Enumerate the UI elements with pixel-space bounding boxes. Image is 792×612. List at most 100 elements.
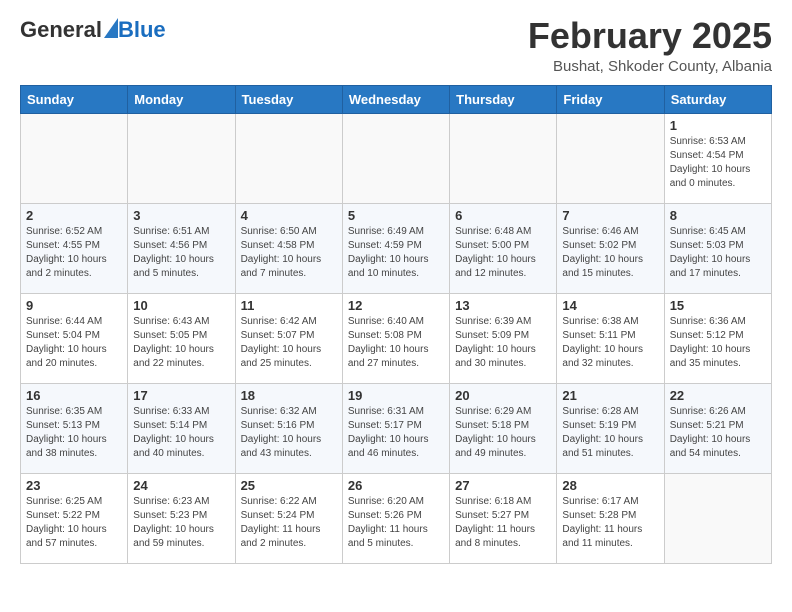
calendar-cell-w2-d2: 3 Sunrise: 6:51 AMSunset: 4:56 PMDaylight…	[128, 203, 235, 293]
day-number: 2	[26, 208, 122, 223]
calendar-cell-w3-d7: 15Sunrise: 6:36 AMSunset: 5:12 PMDayligh…	[664, 293, 771, 383]
day-info: Sunrise: 6:23 AMSunset: 5:23 PMDaylight:…	[133, 495, 229, 551]
page-header: General Blue February 2025 Bushat, Shkod…	[20, 16, 772, 75]
calendar-cell-w5-d1: 23 Sunrise: 6:25 AMSunset: 5:22 PMDayligh…	[21, 473, 128, 563]
day-number: 5	[348, 208, 444, 223]
calendar-cell-w3-d5: 13 Sunrise: 6:39 AMSunset: 5:09 PMDayligh…	[450, 293, 557, 383]
day-number: 3	[133, 208, 229, 223]
calendar-cell-w1-d1	[21, 113, 128, 203]
day-number: 25	[241, 478, 337, 493]
day-number: 20	[455, 388, 551, 403]
calendar-cell-w3-d4: 12 Sunrise: 6:40 AMSunset: 5:08 PMDayligh…	[342, 293, 449, 383]
day-info: Sunrise: 6:20 AMSunset: 5:26 PMDaylight:…	[348, 495, 444, 551]
day-info: Sunrise: 6:29 AMSunset: 5:18 PMDaylight:…	[455, 405, 551, 461]
calendar-cell-w2-d4: 5 Sunrise: 6:49 AMSunset: 4:59 PMDaylight…	[342, 203, 449, 293]
page-title: February 2025	[528, 16, 772, 56]
calendar-cell-w5-d6: 28 Sunrise: 6:17 AMSunset: 5:28 PMDayligh…	[557, 473, 664, 563]
day-info: Sunrise: 6:53 AMSunset: 4:54 PMDaylight:…	[670, 135, 766, 191]
calendar-cell-w3-d1: 9 Sunrise: 6:44 AMSunset: 5:04 PMDaylight…	[21, 293, 128, 383]
col-saturday: Saturday	[664, 85, 771, 113]
day-info: Sunrise: 6:45 AMSunset: 5:03 PMDaylight:…	[670, 225, 766, 281]
title-block: February 2025 Bushat, Shkoder County, Al…	[528, 16, 772, 75]
calendar-cell-w5-d4: 26 Sunrise: 6:20 AMSunset: 5:26 PMDayligh…	[342, 473, 449, 563]
day-number: 13	[455, 298, 551, 313]
day-info: Sunrise: 6:40 AMSunset: 5:08 PMDaylight:…	[348, 315, 444, 371]
day-info: Sunrise: 6:50 AMSunset: 4:58 PMDaylight:…	[241, 225, 337, 281]
day-number: 1	[670, 118, 766, 133]
col-monday: Monday	[128, 85, 235, 113]
day-info: Sunrise: 6:32 AMSunset: 5:16 PMDaylight:…	[241, 405, 337, 461]
day-number: 26	[348, 478, 444, 493]
day-number: 19	[348, 388, 444, 403]
calendar-cell-w4-d4: 19 Sunrise: 6:31 AMSunset: 5:17 PMDayligh…	[342, 383, 449, 473]
calendar-week-4: 16 Sunrise: 6:35 AMSunset: 5:13 PMDayligh…	[21, 383, 772, 473]
day-number: 10	[133, 298, 229, 313]
calendar-cell-w2-d6: 7 Sunrise: 6:46 AMSunset: 5:02 PMDaylight…	[557, 203, 664, 293]
day-info: Sunrise: 6:26 AMSunset: 5:21 PMDaylight:…	[670, 405, 766, 461]
day-number: 7	[562, 208, 658, 223]
day-info: Sunrise: 6:33 AMSunset: 5:14 PMDaylight:…	[133, 405, 229, 461]
calendar-cell-w3-d3: 11 Sunrise: 6:42 AMSunset: 5:07 PMDayligh…	[235, 293, 342, 383]
col-tuesday: Tuesday	[235, 85, 342, 113]
day-info: Sunrise: 6:35 AMSunset: 5:13 PMDaylight:…	[26, 405, 122, 461]
calendar-cell-w5-d7	[664, 473, 771, 563]
day-number: 6	[455, 208, 551, 223]
day-number: 24	[133, 478, 229, 493]
calendar-cell-w3-d6: 14 Sunrise: 6:38 AMSunset: 5:11 PMDayligh…	[557, 293, 664, 383]
day-number: 14	[562, 298, 658, 313]
day-info: Sunrise: 6:48 AMSunset: 5:00 PMDaylight:…	[455, 225, 551, 281]
calendar-cell-w4-d3: 18Sunrise: 6:32 AMSunset: 5:16 PMDayligh…	[235, 383, 342, 473]
calendar-cell-w1-d5	[450, 113, 557, 203]
calendar-header-row: Sunday Monday Tuesday Wednesday Thursday…	[21, 85, 772, 113]
day-number: 27	[455, 478, 551, 493]
day-info: Sunrise: 6:28 AMSunset: 5:19 PMDaylight:…	[562, 405, 658, 461]
page-subtitle: Bushat, Shkoder County, Albania	[528, 58, 772, 75]
logo-triangle-icon	[104, 18, 118, 43]
day-info: Sunrise: 6:42 AMSunset: 5:07 PMDaylight:…	[241, 315, 337, 371]
day-info: Sunrise: 6:38 AMSunset: 5:11 PMDaylight:…	[562, 315, 658, 371]
day-info: Sunrise: 6:22 AMSunset: 5:24 PMDaylight:…	[241, 495, 337, 551]
calendar-cell-w5-d5: 27 Sunrise: 6:18 AMSunset: 5:27 PMDayligh…	[450, 473, 557, 563]
calendar-cell-w5-d3: 25 Sunrise: 6:22 AMSunset: 5:24 PMDayligh…	[235, 473, 342, 563]
day-info: Sunrise: 6:52 AMSunset: 4:55 PMDaylight:…	[26, 225, 122, 281]
day-info: Sunrise: 6:43 AMSunset: 5:05 PMDaylight:…	[133, 315, 229, 371]
day-info: Sunrise: 6:36 AMSunset: 5:12 PMDaylight:…	[670, 315, 766, 371]
day-number: 11	[241, 298, 337, 313]
calendar-cell-w4-d6: 21Sunrise: 6:28 AMSunset: 5:19 PMDayligh…	[557, 383, 664, 473]
calendar-cell-w1-d6	[557, 113, 664, 203]
day-info: Sunrise: 6:46 AMSunset: 5:02 PMDaylight:…	[562, 225, 658, 281]
calendar-table: Sunday Monday Tuesday Wednesday Thursday…	[20, 85, 772, 564]
calendar-week-2: 2 Sunrise: 6:52 AMSunset: 4:55 PMDaylight…	[21, 203, 772, 293]
day-number: 23	[26, 478, 122, 493]
day-info: Sunrise: 6:18 AMSunset: 5:27 PMDaylight:…	[455, 495, 551, 551]
day-number: 16	[26, 388, 122, 403]
day-info: Sunrise: 6:44 AMSunset: 5:04 PMDaylight:…	[26, 315, 122, 371]
calendar-cell-w1-d3	[235, 113, 342, 203]
day-info: Sunrise: 6:49 AMSunset: 4:59 PMDaylight:…	[348, 225, 444, 281]
day-info: Sunrise: 6:39 AMSunset: 5:09 PMDaylight:…	[455, 315, 551, 371]
day-info: Sunrise: 6:51 AMSunset: 4:56 PMDaylight:…	[133, 225, 229, 281]
calendar-cell-w4-d1: 16 Sunrise: 6:35 AMSunset: 5:13 PMDayligh…	[21, 383, 128, 473]
logo-blue-text: Blue	[118, 17, 166, 43]
day-info: Sunrise: 6:17 AMSunset: 5:28 PMDaylight:…	[562, 495, 658, 551]
calendar-cell-w5-d2: 24 Sunrise: 6:23 AMSunset: 5:23 PMDayligh…	[128, 473, 235, 563]
calendar-page: General Blue February 2025 Bushat, Shkod…	[0, 0, 792, 584]
day-info: Sunrise: 6:31 AMSunset: 5:17 PMDaylight:…	[348, 405, 444, 461]
calendar-cell-w1-d4	[342, 113, 449, 203]
day-number: 9	[26, 298, 122, 313]
calendar-cell-w4-d7: 22 Sunrise: 6:26 AMSunset: 5:21 PMDayligh…	[664, 383, 771, 473]
day-number: 8	[670, 208, 766, 223]
calendar-cell-w4-d2: 17Sunrise: 6:33 AMSunset: 5:14 PMDayligh…	[128, 383, 235, 473]
day-number: 28	[562, 478, 658, 493]
calendar-cell-w1-d2	[128, 113, 235, 203]
day-number: 4	[241, 208, 337, 223]
day-number: 12	[348, 298, 444, 313]
day-info: Sunrise: 6:25 AMSunset: 5:22 PMDaylight:…	[26, 495, 122, 551]
day-number: 22	[670, 388, 766, 403]
logo: General Blue	[20, 16, 166, 43]
logo-general-text: General	[20, 17, 102, 43]
calendar-cell-w3-d2: 10 Sunrise: 6:43 AMSunset: 5:05 PMDayligh…	[128, 293, 235, 383]
col-friday: Friday	[557, 85, 664, 113]
col-thursday: Thursday	[450, 85, 557, 113]
calendar-cell-w2-d7: 8 Sunrise: 6:45 AMSunset: 5:03 PMDaylight…	[664, 203, 771, 293]
